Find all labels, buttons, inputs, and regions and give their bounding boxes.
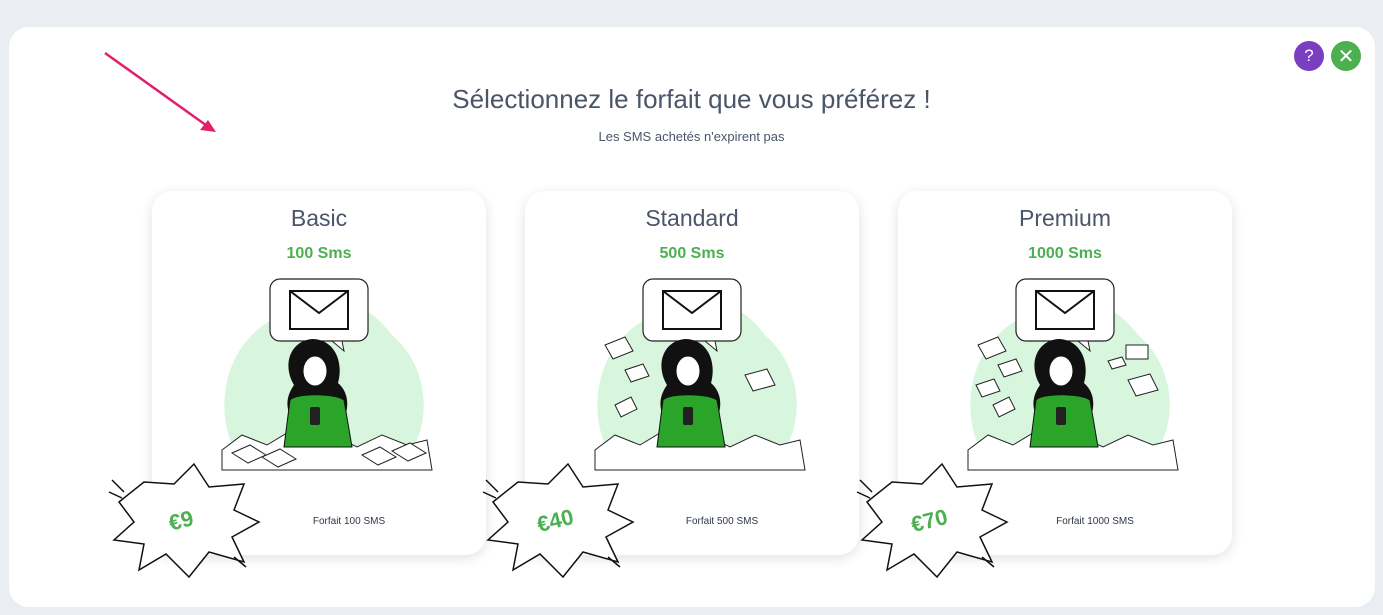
- close-icon: ✕: [1337, 45, 1355, 68]
- woman-phone-illustration: [221, 278, 433, 471]
- help-button[interactable]: ?: [1294, 41, 1324, 71]
- woman-phone-illustration: [967, 278, 1179, 471]
- page-title: Sélectionnez le forfait que vous préfére…: [452, 84, 931, 114]
- plan-name: Premium: [1018, 205, 1111, 231]
- plan-quantity: 1000 Sms: [1028, 245, 1102, 262]
- plan-name: Standard: [645, 205, 739, 231]
- plan-quantity: 500 Sms: [659, 245, 725, 262]
- page-subtitle: Les SMS achetés n'expirent pas: [598, 129, 785, 144]
- question-icon: ?: [1304, 46, 1314, 65]
- woman-phone-illustration: [594, 278, 806, 471]
- close-button[interactable]: ✕: [1331, 41, 1361, 71]
- plan-name: Basic: [290, 205, 348, 231]
- plan-quantity: 100 Sms: [286, 245, 352, 262]
